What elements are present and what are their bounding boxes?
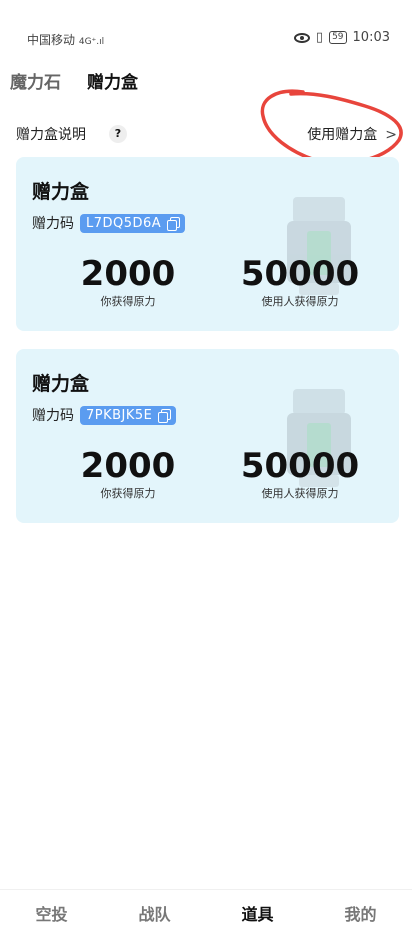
you-get-value: 2000 [80, 446, 176, 486]
tab-gift-box[interactable]: 赠力盒 [87, 68, 138, 93]
help-question-icon[interactable]: ? [109, 125, 127, 143]
red-circle-annotation [260, 89, 403, 165]
gift-code-chip[interactable]: 7PKBJK5E [80, 405, 177, 425]
nav-mine[interactable]: 我的 [309, 890, 412, 942]
top-tabs: 魔力石 赠力盒 [10, 68, 138, 93]
gift-code-value: 7PKBJK5E [86, 407, 153, 423]
gift-code-row: 赠力码 7PKBJK5E [32, 405, 177, 425]
vibrate-icon: ▯ [315, 30, 324, 45]
you-get-label: 你获得原力 [100, 487, 156, 500]
clock: 10:03 [352, 30, 390, 45]
nav-airdrop[interactable]: 空投 [0, 890, 103, 942]
carrier-label: 中国移动 4G⁺.ıl [27, 31, 104, 48]
user-get-value: 50000 [240, 254, 360, 294]
signal-icon: 4G⁺.ıl [78, 37, 105, 47]
you-get-stat: 2000 你获得原力 [74, 447, 182, 501]
copy-icon[interactable] [167, 216, 181, 231]
status-bar: 中国移动 4G⁺.ıl ▯ 59 10:03 [0, 0, 412, 54]
gift-code-label: 赠力码 [32, 216, 74, 232]
user-get-label: 使用人获得原力 [261, 487, 339, 500]
gift-box-card: 赠力盒 赠力码 7PKBJK5E 2000 你获得原力 50000 使用人获得原… [16, 349, 399, 523]
carrier-name: 中国移动 [27, 33, 76, 47]
user-get-value: 50000 [240, 446, 360, 486]
gift-box-card: 赠力盒 赠力码 L7DQ5D6A 2000 你获得原力 50000 使用人获得原… [16, 157, 399, 331]
user-get-label: 使用人获得原力 [261, 295, 339, 308]
user-get-stat: 50000 使用人获得原力 [235, 447, 365, 501]
you-get-stat: 2000 你获得原力 [74, 255, 182, 309]
eye-icon [293, 32, 310, 43]
gift-code-chip[interactable]: L7DQ5D6A [80, 213, 186, 233]
status-icons: ▯ 59 10:03 [293, 30, 390, 45]
nav-team[interactable]: 战队 [103, 890, 206, 942]
help-label[interactable]: 赠力盒说明 [16, 124, 86, 144]
nav-items[interactable]: 道具 [206, 890, 309, 942]
card-title: 赠力盒 [32, 181, 90, 203]
tab-magic-stone[interactable]: 魔力石 [10, 68, 61, 93]
gift-code-label: 赠力码 [32, 408, 74, 424]
card-title: 赠力盒 [32, 373, 90, 395]
gift-code-row: 赠力码 L7DQ5D6A [32, 213, 186, 233]
you-get-label: 你获得原力 [100, 295, 156, 308]
you-get-value: 2000 [80, 254, 176, 294]
gift-code-value: L7DQ5D6A [86, 215, 162, 231]
battery-icon: 59 [329, 31, 347, 44]
user-get-stat: 50000 使用人获得原力 [235, 255, 365, 309]
bottom-nav: 空投 战队 道具 我的 [0, 889, 412, 942]
copy-icon[interactable] [158, 408, 172, 423]
